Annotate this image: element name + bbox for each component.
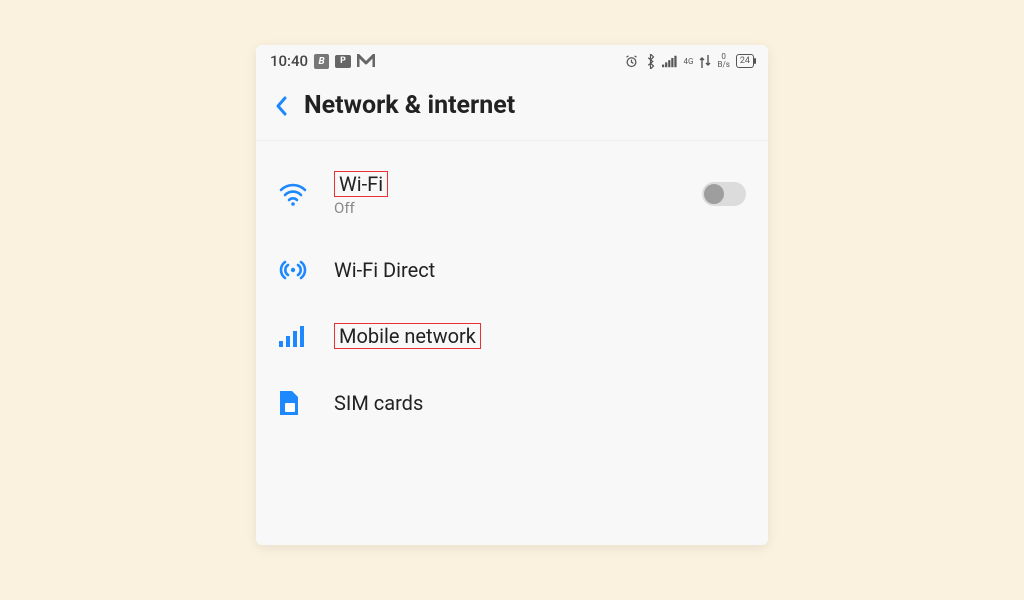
net-speed: 0 B/s [717,53,729,69]
wifi-direct-label: Wi-Fi Direct [334,258,435,282]
mobile-network-label: Mobile network [334,323,481,349]
sim-cards-item[interactable]: SIM cards [256,369,768,437]
notification-m-icon [357,54,375,68]
sim-cards-label: SIM cards [334,391,423,415]
back-button[interactable] [274,94,290,118]
data-type-label: 4G [684,57,694,66]
header: Network & internet [256,77,768,141]
wifi-item[interactable]: Wi-Fi Off [256,151,768,237]
status-right: 4G 0 B/s 24 [624,53,755,69]
notification-p-icon: P [335,55,351,68]
sim-card-icon [278,389,334,417]
signal-arrows-icon [699,55,711,68]
net-speed-unit: B/s [717,61,729,69]
status-bar: 10:40 B P 4G 0 B/s [256,45,768,77]
settings-list: Wi-Fi Off Wi-Fi Direct Mobile network [256,141,768,437]
battery-icon: 24 [736,54,754,68]
notification-b-icon: B [314,54,329,69]
wifi-direct-item[interactable]: Wi-Fi Direct [256,237,768,303]
wifi-sub: Off [334,199,388,217]
wifi-direct-icon [278,257,334,283]
bluetooth-icon [645,54,656,69]
mobile-network-icon [278,324,334,348]
signal-bars-icon [662,55,677,68]
status-left: 10:40 B P [270,52,375,70]
alarm-icon [624,54,639,69]
mobile-network-item[interactable]: Mobile network [256,303,768,369]
status-time: 10:40 [270,52,308,70]
wifi-direct-texts: Wi-Fi Direct [334,258,435,282]
phone-screen: 10:40 B P 4G 0 B/s [256,45,768,545]
wifi-toggle[interactable] [702,182,746,206]
wifi-label: Wi-Fi [334,171,388,197]
sim-cards-texts: SIM cards [334,391,423,415]
page-title: Network & internet [304,91,515,120]
wifi-icon [278,182,334,206]
wifi-texts: Wi-Fi Off [334,171,388,217]
mobile-network-texts: Mobile network [334,323,481,349]
battery-text: 24 [740,56,750,66]
